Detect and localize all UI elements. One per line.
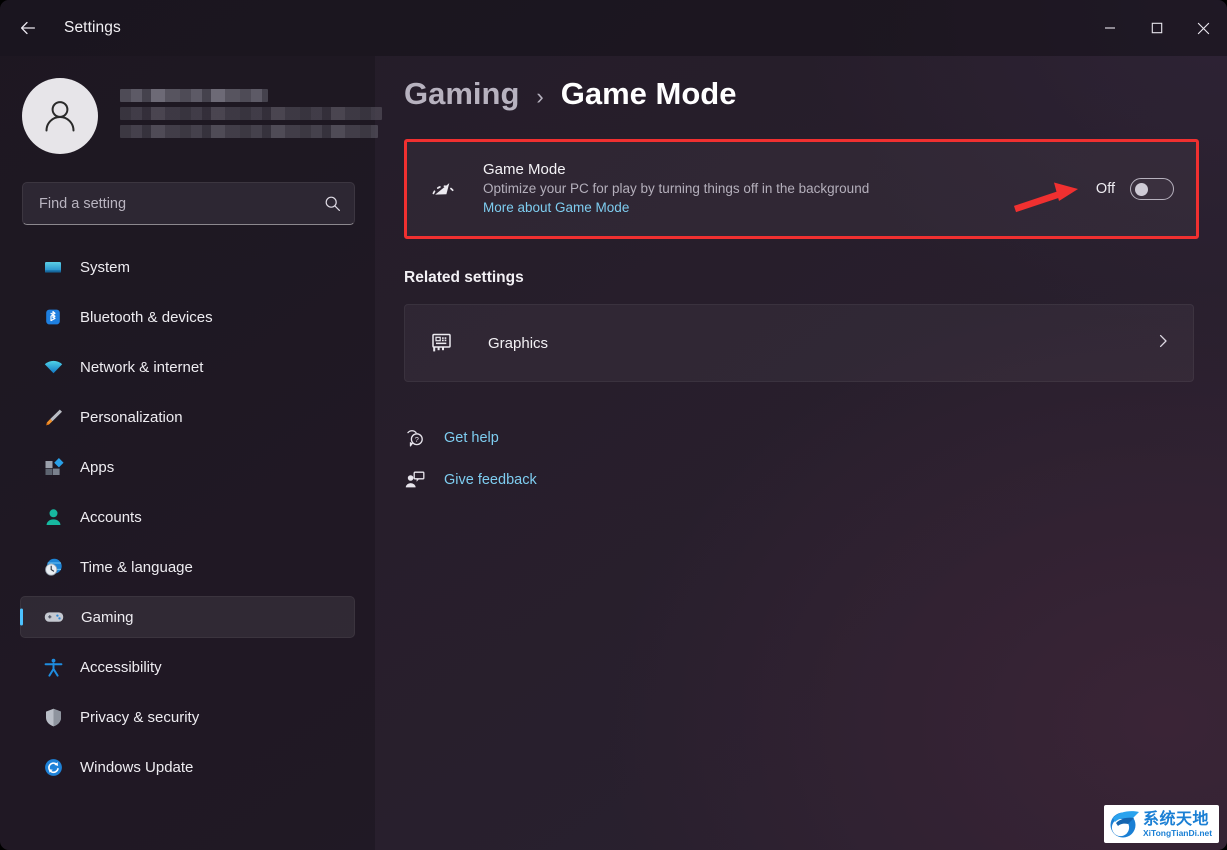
maximize-button[interactable]: [1133, 0, 1180, 56]
related-settings-heading: Related settings: [404, 269, 524, 286]
account-info-redacted: [120, 89, 382, 143]
chevron-right-icon: [1155, 333, 1171, 354]
give-feedback-link[interactable]: Give feedback: [404, 463, 644, 497]
page-title: Game Mode: [560, 76, 737, 111]
sidebar-item-label: Windows Update: [80, 758, 194, 776]
give-feedback-label: Give feedback: [444, 472, 537, 488]
watermark-logo-icon: [1110, 811, 1139, 838]
breadcrumb-separator: ›: [536, 84, 544, 109]
sidebar-item-accounts[interactable]: Accounts: [20, 496, 355, 538]
watermark-text: 系统天地 XiTongTianDi.net: [1143, 808, 1213, 838]
title-bar: Settings: [0, 0, 1227, 56]
breadcrumb-parent[interactable]: Gaming: [404, 76, 519, 112]
clock-globe-icon: [42, 556, 64, 578]
settings-window: Settings Find a setting System Bluetooth…: [0, 0, 1227, 850]
sidebar-item-label: Apps: [80, 458, 115, 476]
speedometer-icon: [427, 174, 461, 204]
related-setting-graphics[interactable]: Graphics: [404, 304, 1194, 382]
game-mode-description: Optimize your PC for play by turning thi…: [483, 181, 870, 196]
sidebar-item-label: Accounts: [80, 508, 142, 526]
sidebar-item-label: Network & internet: [80, 358, 204, 376]
sidebar-item-label: Gaming: [81, 608, 134, 626]
game-mode-toggle-group: Off: [1096, 178, 1174, 200]
graphics-card-icon: [427, 330, 457, 356]
feedback-icon: [404, 470, 426, 490]
accessibility-icon: [42, 656, 64, 678]
svg-text:?: ?: [415, 435, 419, 444]
watermark: 系统天地 XiTongTianDi.net: [1104, 805, 1219, 843]
navigation-list: System Bluetooth & devices Network & int…: [0, 246, 375, 788]
sidebar-item-label: Personalization: [80, 408, 183, 426]
sidebar: System Bluetooth & devices: [0, 56, 382, 850]
sidebar-item-label: Bluetooth & devices: [80, 308, 213, 326]
get-help-link[interactable]: ? Get help: [404, 421, 644, 455]
sidebar-item-accessibility[interactable]: Accessibility: [20, 646, 355, 688]
sidebar-item-gaming[interactable]: Gaming: [20, 596, 355, 638]
toggle-knob: [1135, 182, 1148, 196]
sidebar-item-personalization[interactable]: Personalization: [20, 396, 355, 438]
window-title: Settings: [64, 19, 121, 36]
apps-icon: [42, 456, 64, 478]
game-mode-card: Game Mode Optimize your PC for play by t…: [407, 142, 1196, 236]
sidebar-item-time-language[interactable]: Time & language: [20, 546, 355, 588]
sidebar-item-label: Privacy & security: [80, 708, 200, 726]
sidebar-item-bluetooth-devices[interactable]: Bluetooth & devices: [20, 296, 355, 338]
sidebar-item-label: Time & language: [80, 558, 193, 576]
graphics-label: Graphics: [488, 334, 549, 352]
account-email-redacted-line1: [120, 107, 382, 120]
game-mode-toggle[interactable]: [1130, 178, 1174, 200]
breadcrumb: Gaming › Game Mode: [404, 76, 1199, 134]
gamepad-icon: [43, 606, 65, 628]
watermark-cn: 系统天地: [1143, 808, 1210, 828]
back-button[interactable]: [10, 10, 46, 46]
watermark-en: XiTongTianDi.net: [1143, 827, 1213, 838]
sidebar-item-label: Accessibility: [80, 658, 162, 676]
sidebar-item-windows-update[interactable]: Windows Update: [20, 746, 355, 788]
search-input[interactable]: [39, 195, 324, 212]
search-box[interactable]: [22, 182, 355, 225]
sidebar-item-network-internet[interactable]: Network & internet: [20, 346, 355, 388]
back-arrow-icon: [20, 21, 36, 35]
minimize-icon: [1104, 27, 1115, 29]
toggle-state-label: Off: [1095, 181, 1115, 197]
search-icon[interactable]: [324, 195, 341, 212]
sidebar-item-privacy-security[interactable]: Privacy & security: [20, 696, 355, 738]
more-about-game-mode-link[interactable]: More about Game Mode: [483, 200, 629, 215]
sidebar-item-label: System: [80, 258, 131, 276]
game-mode-text: Game Mode Optimize your PC for play by t…: [483, 161, 1096, 217]
account-email-redacted-line2: [120, 125, 378, 138]
person-avatar-icon: [45, 101, 75, 132]
sidebar-item-apps[interactable]: Apps: [20, 446, 355, 488]
bluetooth-icon: [42, 306, 64, 328]
close-icon: [1197, 22, 1210, 34]
paintbrush-icon: [42, 406, 64, 428]
sidebar-item-system[interactable]: System: [20, 246, 355, 288]
account-name-redacted: [120, 89, 268, 102]
close-button[interactable]: [1180, 0, 1227, 56]
wifi-icon: [42, 356, 64, 378]
main-content: Gaming › Game Mode Game Mode Optimize yo…: [375, 56, 1227, 850]
game-mode-highlight-box: Game Mode Optimize your PC for play by t…: [404, 139, 1199, 239]
get-help-label: Get help: [444, 430, 499, 446]
footer-links: ? Get help Give feedback: [404, 421, 1199, 497]
shield-icon: [42, 706, 64, 728]
help-icon: ?: [404, 428, 426, 448]
avatar: [22, 78, 98, 154]
monitor-icon: [42, 256, 64, 278]
maximize-icon: [1151, 22, 1162, 34]
game-mode-title: Game Mode: [483, 161, 566, 178]
minimize-button[interactable]: [1086, 0, 1133, 56]
update-icon: [42, 756, 64, 778]
account-icon: [42, 506, 64, 528]
account-section[interactable]: [0, 56, 382, 160]
window-controls: [1086, 0, 1227, 56]
